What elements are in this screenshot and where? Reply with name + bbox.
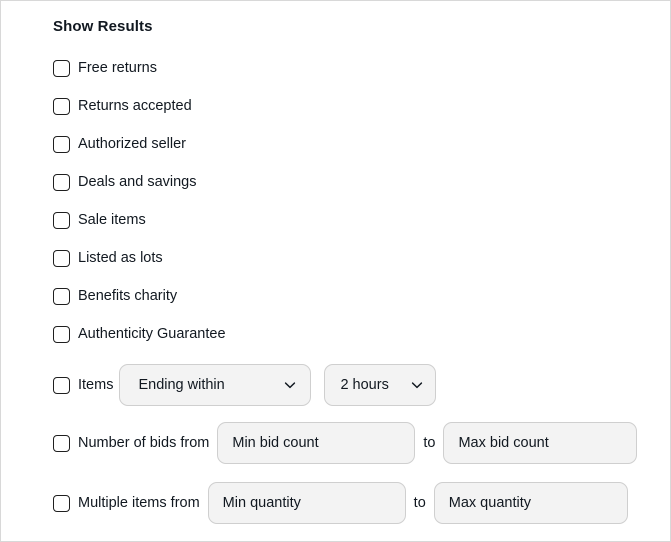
multiple-items-label: Multiple items from xyxy=(78,495,200,511)
checkbox-label-authorized-seller: Authorized seller xyxy=(78,136,186,152)
checkbox-multiple-items[interactable] xyxy=(53,494,70,512)
max-quantity-input[interactable] xyxy=(433,482,628,524)
checkbox-label-deals-and-savings: Deals and savings xyxy=(78,174,197,190)
show-results-filter-panel: Show Results Free returns Returns accept… xyxy=(0,0,671,542)
quantity-range-separator: to xyxy=(413,495,426,511)
checkbox-row-authenticity-guarantee[interactable]: Authenticity Guarantee xyxy=(53,315,670,353)
checkbox-row-benefits-charity[interactable]: Benefits charity xyxy=(53,277,670,315)
checkbox-label-listed-as-lots: Listed as lots xyxy=(78,250,163,266)
checkbox-row-deals-and-savings[interactable]: Deals and savings xyxy=(53,163,670,201)
checkbox-label-free-returns: Free returns xyxy=(78,60,157,76)
min-quantity-input[interactable] xyxy=(207,482,406,524)
checkbox-row-listed-as-lots[interactable]: Listed as lots xyxy=(53,239,670,277)
number-of-bids-label: Number of bids from xyxy=(78,435,210,451)
checkbox-authorized-seller[interactable] xyxy=(53,135,70,153)
checkbox-free-returns[interactable] xyxy=(53,59,70,77)
number-of-bids-row: Number of bids from to xyxy=(53,418,670,468)
items-label: Items xyxy=(78,377,114,393)
select-ending-duration-value: 2 hours xyxy=(340,377,389,393)
bids-range-separator: to xyxy=(423,435,436,451)
checkbox-number-of-bids[interactable] xyxy=(53,434,70,452)
checkbox-sale-items[interactable] xyxy=(53,211,70,229)
checkbox-items[interactable] xyxy=(53,376,70,394)
select-ending-condition-value: Ending within xyxy=(138,377,225,393)
min-bid-count-input[interactable] xyxy=(217,422,416,464)
checkbox-returns-accepted[interactable] xyxy=(53,97,70,115)
checkbox-label-authenticity-guarantee: Authenticity Guarantee xyxy=(78,326,226,342)
panel-title: Show Results xyxy=(53,18,153,35)
checkbox-authenticity-guarantee[interactable] xyxy=(53,325,70,343)
checkbox-option-list: Free returns Returns accepted Authorized… xyxy=(53,49,670,353)
panel-content: Show Results Free returns Returns accept… xyxy=(1,1,670,541)
chevron-down-icon xyxy=(411,379,423,391)
checkbox-label-sale-items: Sale items xyxy=(78,212,146,228)
checkbox-row-returns-accepted[interactable]: Returns accepted xyxy=(53,87,670,125)
chevron-down-icon xyxy=(284,379,296,391)
select-ending-duration[interactable]: 2 hours xyxy=(324,364,437,406)
checkbox-row-authorized-seller[interactable]: Authorized seller xyxy=(53,125,670,163)
checkbox-listed-as-lots[interactable] xyxy=(53,249,70,267)
checkbox-row-sale-items[interactable]: Sale items xyxy=(53,201,670,239)
checkbox-deals-and-savings[interactable] xyxy=(53,173,70,191)
max-bid-count-input[interactable] xyxy=(443,422,638,464)
select-ending-condition[interactable]: Ending within xyxy=(119,364,312,406)
multiple-items-row: Multiple items from to xyxy=(53,478,670,528)
checkbox-row-free-returns[interactable]: Free returns xyxy=(53,49,670,87)
checkbox-label-returns-accepted: Returns accepted xyxy=(78,98,192,114)
checkbox-label-benefits-charity: Benefits charity xyxy=(78,288,178,304)
items-ending-within-row: Items Ending within 2 hours xyxy=(53,362,670,408)
checkbox-benefits-charity[interactable] xyxy=(53,287,70,305)
